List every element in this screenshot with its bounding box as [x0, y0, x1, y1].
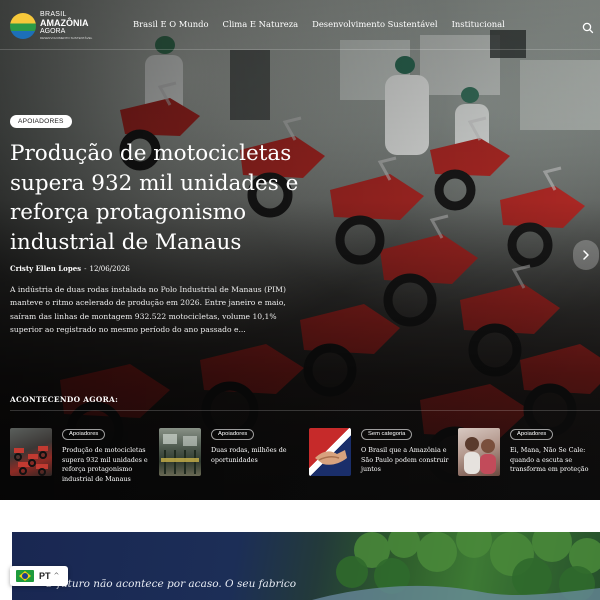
news-item[interactable]: Apoiadores Produção de motocicletas supe…	[10, 428, 160, 483]
news-item[interactable]: Apoiadores Ei, Mana, Não Se Cale: quando…	[458, 428, 600, 478]
news-thumbnail[interactable]	[159, 428, 201, 476]
factory-thumbnail-image	[161, 434, 199, 474]
slider-next-button[interactable]	[573, 240, 599, 270]
news-title[interactable]: O Brasil que a Amazônia e São Paulo pode…	[361, 446, 453, 475]
news-category-badge[interactable]: Sem categoria	[361, 429, 413, 440]
news-item[interactable]: Apoiadores Duas rodas, milhões de oportu…	[159, 428, 309, 478]
news-category-badge[interactable]: Apoiadores	[510, 429, 554, 440]
handshake-thumbnail-image	[315, 450, 347, 465]
news-category-badge[interactable]: Apoiadores	[62, 429, 106, 440]
hero-title[interactable]: Produção de motocicletas supera 932 mil …	[10, 139, 330, 257]
hero-author[interactable]: Cristy Ellen Lopes	[10, 264, 81, 273]
women-thumbnail-image	[464, 437, 496, 474]
site-logo[interactable]: BRASIL AMAZÔNIA AGORA DESENVOLVIMENTO SU…	[10, 11, 92, 40]
nav-institucional[interactable]: Institucional	[452, 19, 505, 29]
main-nav: Brasil E O Mundo Clima E Natureza Desenv…	[133, 19, 505, 29]
logo-globe-icon	[10, 12, 36, 39]
search-icon	[582, 22, 594, 34]
search-button[interactable]	[582, 19, 594, 34]
chevron-up-icon: ^	[53, 572, 60, 580]
hero-byline: Cristy Ellen Lopes -12/06/2026	[10, 264, 130, 273]
logo-wordmark: BRASIL AMAZÔNIA AGORA DESENVOLVIMENTO SU…	[40, 11, 92, 40]
nav-desenvolvimento-sustentavel[interactable]: Desenvolvimento Sustentável	[312, 19, 437, 29]
news-thumbnail[interactable]	[10, 428, 52, 476]
news-category-badge[interactable]: Apoiadores	[211, 429, 255, 440]
site-header: BRASIL AMAZÔNIA AGORA DESENVOLVIMENTO SU…	[0, 0, 600, 50]
feature-quote: O futuro não acontece por acaso. O seu f…	[45, 578, 297, 590]
hero-date: 12/06/2026	[89, 265, 130, 273]
news-title[interactable]: Ei, Mana, Não Se Cale: quando a escuta s…	[510, 446, 600, 475]
hero-category-badge[interactable]: APOIADORES	[10, 115, 72, 128]
news-thumbnail[interactable]	[309, 428, 351, 476]
news-item[interactable]: Sem categoria O Brasil que a Amazônia e …	[309, 428, 459, 478]
news-title[interactable]: Duas rodas, milhões de oportunidades	[211, 446, 303, 465]
chevron-right-icon	[583, 250, 589, 260]
language-switcher[interactable]: PT ^	[10, 566, 68, 586]
hero-excerpt: A indústria de duas rodas instalada no P…	[10, 285, 286, 335]
byline-separator: -	[84, 265, 87, 273]
logo-line-2: AMAZÔNIA	[40, 18, 89, 28]
nav-brasil-e-o-mundo[interactable]: Brasil E O Mundo	[133, 19, 209, 29]
brazil-flag-icon	[16, 570, 34, 582]
logo-tagline: DESENVOLVIMENTO SUSTENTÁVEL	[40, 36, 93, 40]
news-title[interactable]: Produção de motocicletas supera 932 mil …	[62, 446, 154, 484]
language-code: PT	[39, 571, 51, 581]
ticker-heading: ACONTECENDO AGORA:	[10, 395, 119, 404]
nav-clima-e-natureza[interactable]: Clima E Natureza	[223, 19, 299, 29]
logo-line-3: AGORA	[40, 28, 66, 35]
news-thumbnail[interactable]	[458, 428, 500, 476]
motorcycles-thumbnail-image	[14, 446, 48, 476]
ticker-divider	[10, 410, 600, 411]
